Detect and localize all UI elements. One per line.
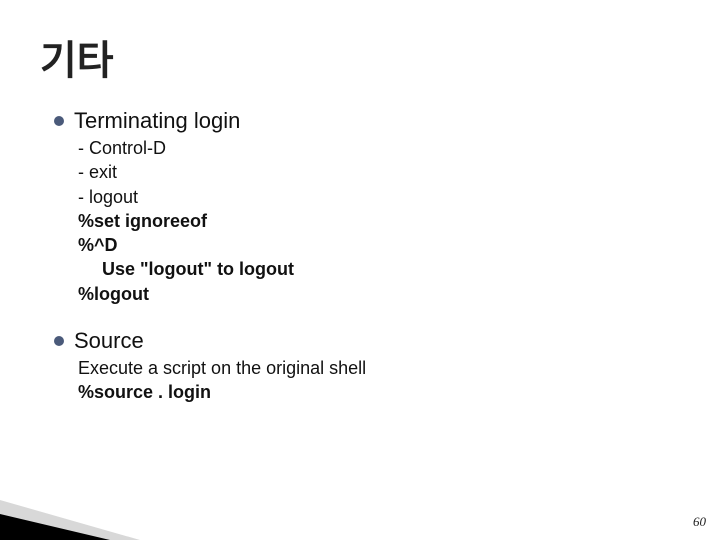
bullet-terminating: Terminating login xyxy=(54,108,680,134)
line-logout: - logout xyxy=(78,185,680,209)
bullet-terminating-details: - Control-D - exit - logout %set ignoree… xyxy=(54,136,680,306)
slide-title: 기타 xyxy=(40,28,680,86)
bullet-dot-icon xyxy=(54,336,64,346)
line-set-ignoreeof: %set ignoreeof xyxy=(78,209,680,233)
bullet-dot-icon xyxy=(54,116,64,126)
page-number: 60 xyxy=(693,514,706,530)
line-source-login: %source . login xyxy=(78,380,680,404)
line-ctrl-d: %^D xyxy=(78,233,680,257)
line-control-d: - Control-D xyxy=(78,136,680,160)
bullet-source-heading: Source xyxy=(74,328,144,354)
bullet-source: Source xyxy=(54,328,680,354)
corner-decoration xyxy=(0,480,200,540)
bullet-terminating-heading: Terminating login xyxy=(74,108,240,134)
line-exit: - exit xyxy=(78,160,680,184)
bullet-source-details: Execute a script on the original shell %… xyxy=(54,356,680,405)
line-use-logout: Use "logout" to logout xyxy=(78,257,680,281)
line-percent-logout: %logout xyxy=(78,282,680,306)
slide-body: Terminating login - Control-D - exit - l… xyxy=(40,108,680,405)
line-execute-script: Execute a script on the original shell xyxy=(78,356,680,380)
